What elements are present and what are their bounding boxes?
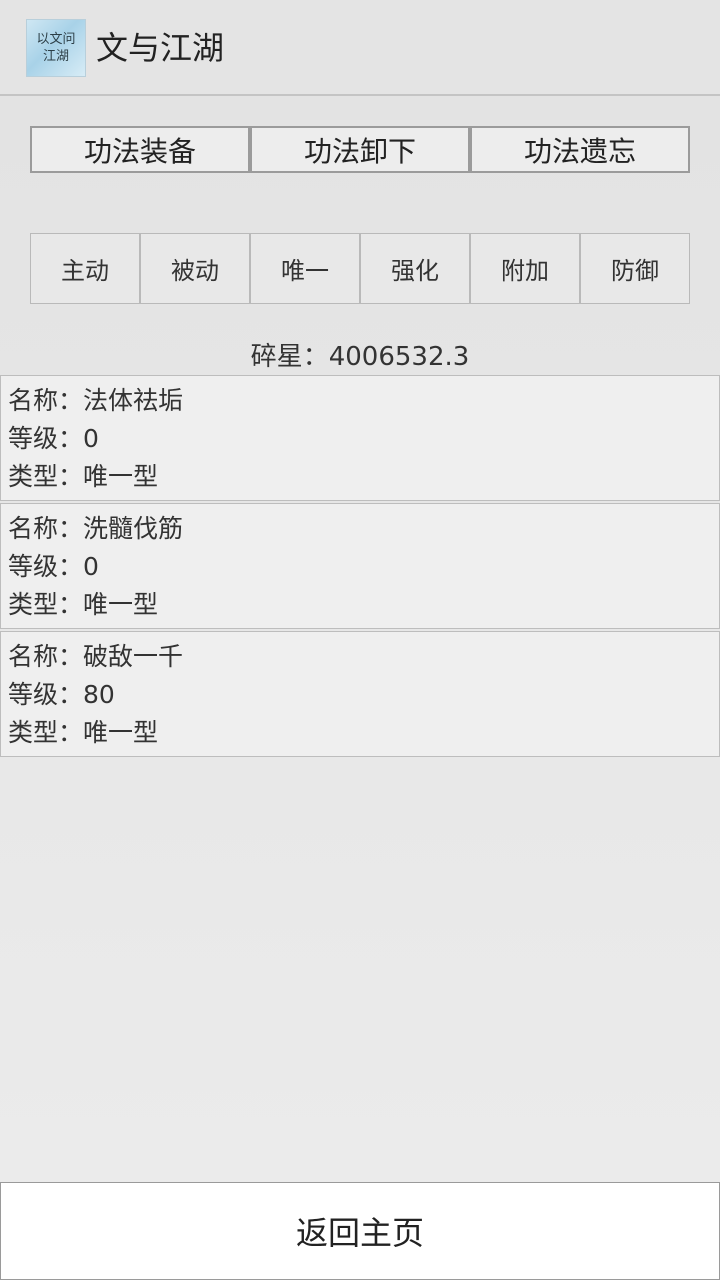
equip-skill-button[interactable]: 功法装备: [30, 126, 250, 173]
tab-enhance[interactable]: 强化: [360, 233, 470, 304]
skill-card[interactable]: 名称：洗髓伐筋 等级：0 类型：唯一型: [0, 503, 720, 629]
skill-name: 名称：法体祛垢: [8, 386, 184, 415]
currency-label: 碎星: [250, 342, 303, 372]
skill-card[interactable]: 名称：法体祛垢 等级：0 类型：唯一型: [0, 375, 720, 501]
tab-unique[interactable]: 唯一: [250, 233, 360, 304]
skill-level: 等级：0: [8, 552, 99, 581]
logo-text-top: 以文问: [36, 32, 76, 47]
skill-card[interactable]: 名称：破敌一千 等级：80 类型：唯一型: [0, 631, 720, 757]
skill-category-tabs: 主动 被动 唯一 强化 附加 防御: [30, 233, 690, 304]
skill-action-buttons: 功法装备 功法卸下 功法遗忘: [30, 126, 690, 173]
title-bar: 以文问 江湖 文与江湖: [0, 0, 720, 96]
skill-type: 类型：唯一型: [8, 590, 159, 619]
forget-skill-button[interactable]: 功法遗忘: [470, 126, 690, 173]
skill-name: 名称：破敌一千: [8, 642, 184, 671]
currency-display: 碎星：4006532.3: [0, 338, 720, 376]
tab-additional[interactable]: 附加: [470, 233, 580, 304]
tab-passive[interactable]: 被动: [140, 233, 250, 304]
return-home-button[interactable]: 返回主页: [0, 1182, 720, 1280]
skill-list: 名称：法体祛垢 等级：0 类型：唯一型 名称：洗髓伐筋 等级：0 类型：唯一型 …: [0, 375, 720, 759]
currency-value: 4006532.3: [328, 342, 470, 372]
currency-separator: ：: [302, 342, 329, 372]
app-logo-icon: 以文问 江湖: [26, 19, 86, 77]
skill-name: 名称：洗髓伐筋: [8, 514, 184, 543]
tab-active[interactable]: 主动: [30, 233, 140, 304]
skill-level: 等级：80: [8, 680, 115, 709]
unequip-skill-button[interactable]: 功法卸下: [250, 126, 470, 173]
logo-text-bottom: 江湖: [42, 49, 69, 64]
skill-type: 类型：唯一型: [8, 718, 159, 747]
tab-defense[interactable]: 防御: [580, 233, 690, 304]
skill-level: 等级：0: [8, 424, 99, 453]
skill-type: 类型：唯一型: [8, 462, 159, 491]
app-title: 文与江湖: [96, 29, 225, 67]
